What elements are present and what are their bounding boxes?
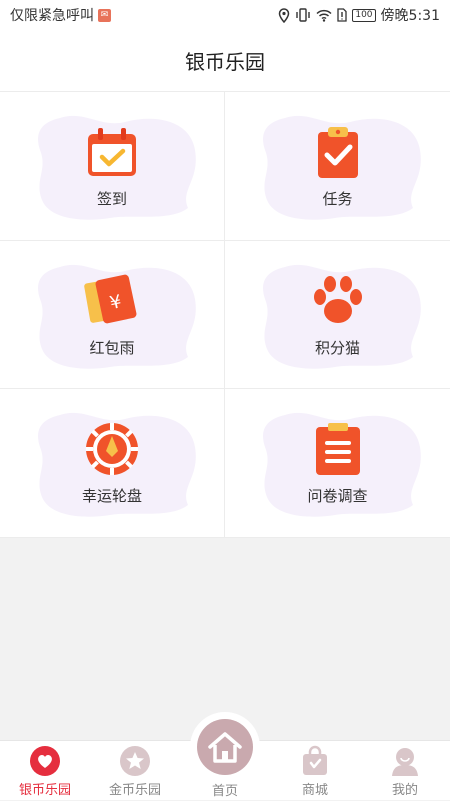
user-icon — [392, 748, 418, 776]
carrier-text: 仅限紧急呼叫 — [10, 8, 94, 24]
paw-icon — [313, 276, 362, 323]
home-icon — [208, 732, 242, 763]
survey-clipboard-icon — [315, 423, 360, 475]
sim-alert-icon — [337, 8, 348, 22]
tab-home-label: 首页 — [211, 784, 238, 799]
heart-icon — [30, 746, 60, 776]
wifi-icon — [316, 9, 332, 22]
grid-item-task[interactable]: 任务 — [225, 92, 450, 241]
grid-item-checkin[interactable]: 签到 — [0, 92, 225, 241]
page-title: 银币乐园 — [185, 50, 265, 74]
star-icon — [120, 746, 150, 776]
vibrate-icon — [296, 8, 311, 22]
grid-item-lucky-wheel[interactable]: 幸运轮盘 — [0, 389, 225, 538]
grid-item-label: 红包雨 — [89, 339, 135, 357]
grid-item-label: 签到 — [96, 190, 127, 208]
tab-home[interactable] — [197, 719, 253, 775]
grid-item-label: 幸运轮盘 — [81, 487, 142, 505]
tab-label: 金币乐园 — [108, 783, 161, 798]
location-icon — [279, 7, 290, 23]
page-header: 银币乐园 — [0, 30, 450, 92]
tab-label: 我的 — [391, 783, 418, 798]
calendar-check-icon — [88, 128, 136, 176]
status-bar: 仅限紧急呼叫 ✉ 100 傍晚5:31 — [0, 0, 450, 30]
tab-profile[interactable]: 我的 — [360, 741, 450, 801]
lucky-wheel-icon — [86, 423, 138, 475]
tab-mall[interactable]: 商城 — [270, 741, 360, 801]
battery-icon: 100 — [352, 8, 376, 22]
clipboard-check-icon — [317, 127, 358, 178]
tab-silver-park[interactable]: 银币乐园 — [0, 741, 90, 801]
grid-item-label: 任务 — [322, 190, 353, 208]
clock-text: 傍晚5:31 — [380, 8, 440, 24]
grid-item-label: 积分猫 — [314, 339, 360, 357]
tab-label: 银币乐园 — [18, 783, 71, 798]
shopping-bag-icon — [303, 745, 327, 775]
tab-gold-park[interactable]: 金币乐园 — [90, 741, 180, 801]
grid-item-label: 问卷调查 — [307, 487, 368, 505]
tab-label: 商城 — [301, 783, 328, 798]
feature-grid: 签到 任务 ¥ 红包雨 积分猫 幸运轮盘 问卷调查 — [0, 92, 450, 538]
grid-item-survey[interactable]: 问卷调查 — [225, 389, 450, 538]
red-envelope-icon: ¥ — [84, 274, 137, 324]
notification-icon: ✉ — [98, 8, 111, 22]
grid-item-points-cat[interactable]: 积分猫 — [225, 241, 450, 389]
grid-item-red-envelope-rain[interactable]: ¥ 红包雨 — [0, 241, 225, 389]
